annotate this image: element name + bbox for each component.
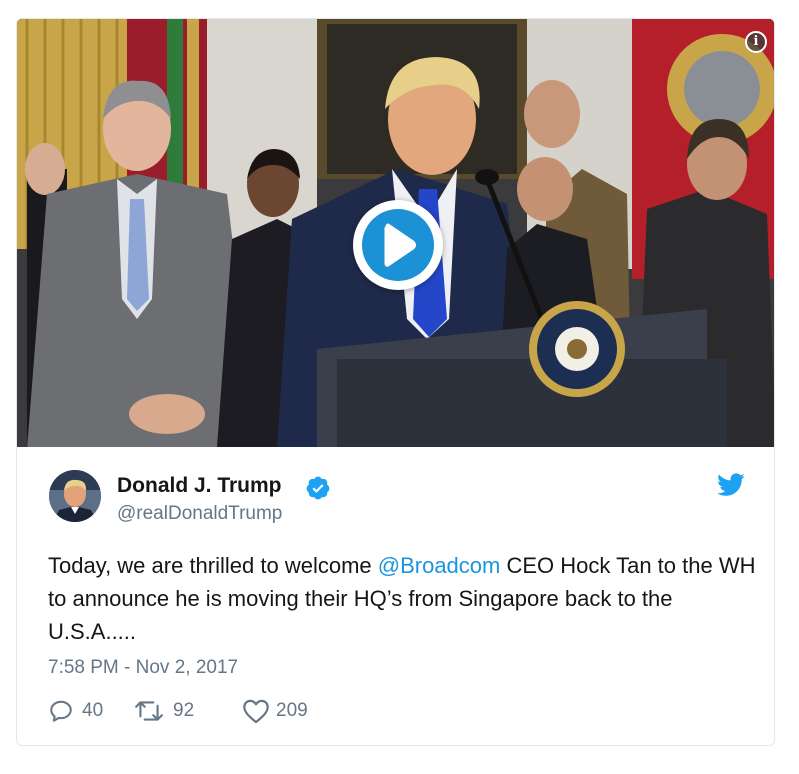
info-icon[interactable]: i [745, 31, 767, 53]
video-thumbnail[interactable]: i [17, 19, 774, 447]
author-handle[interactable]: @realDonaldTrump [117, 503, 282, 525]
like-count: 209 [276, 700, 308, 721]
tweet-text-part: Today, we are thrilled to welcome [48, 553, 378, 578]
retweet-count: 92 [173, 700, 195, 721]
heart-icon [243, 699, 269, 724]
twitter-bird-icon[interactable] [717, 473, 745, 497]
reply-button[interactable]: 40 [48, 697, 128, 725]
reply-icon [50, 700, 72, 722]
profile-photo [49, 470, 101, 522]
author-name[interactable]: Donald J. Trump [117, 474, 282, 498]
retweet-button[interactable]: 92 [134, 697, 224, 725]
tweet-timestamp[interactable]: 7:58 PM - Nov 2, 2017 [48, 657, 238, 679]
reply-count: 40 [82, 700, 104, 721]
like-button[interactable]: 209 [242, 697, 332, 725]
avatar[interactable] [49, 470, 101, 522]
tweet-text: Today, we are thrilled to welcome @Broad… [48, 549, 758, 648]
play-button[interactable] [353, 200, 443, 290]
mention-link[interactable]: @Broadcom [378, 553, 501, 578]
play-icon [384, 223, 416, 267]
embedded-tweet-card: i Donald J. Trump @realDonaldTrump Today… [16, 18, 775, 746]
retweet-icon [135, 701, 163, 721]
verified-badge-icon [306, 476, 330, 500]
